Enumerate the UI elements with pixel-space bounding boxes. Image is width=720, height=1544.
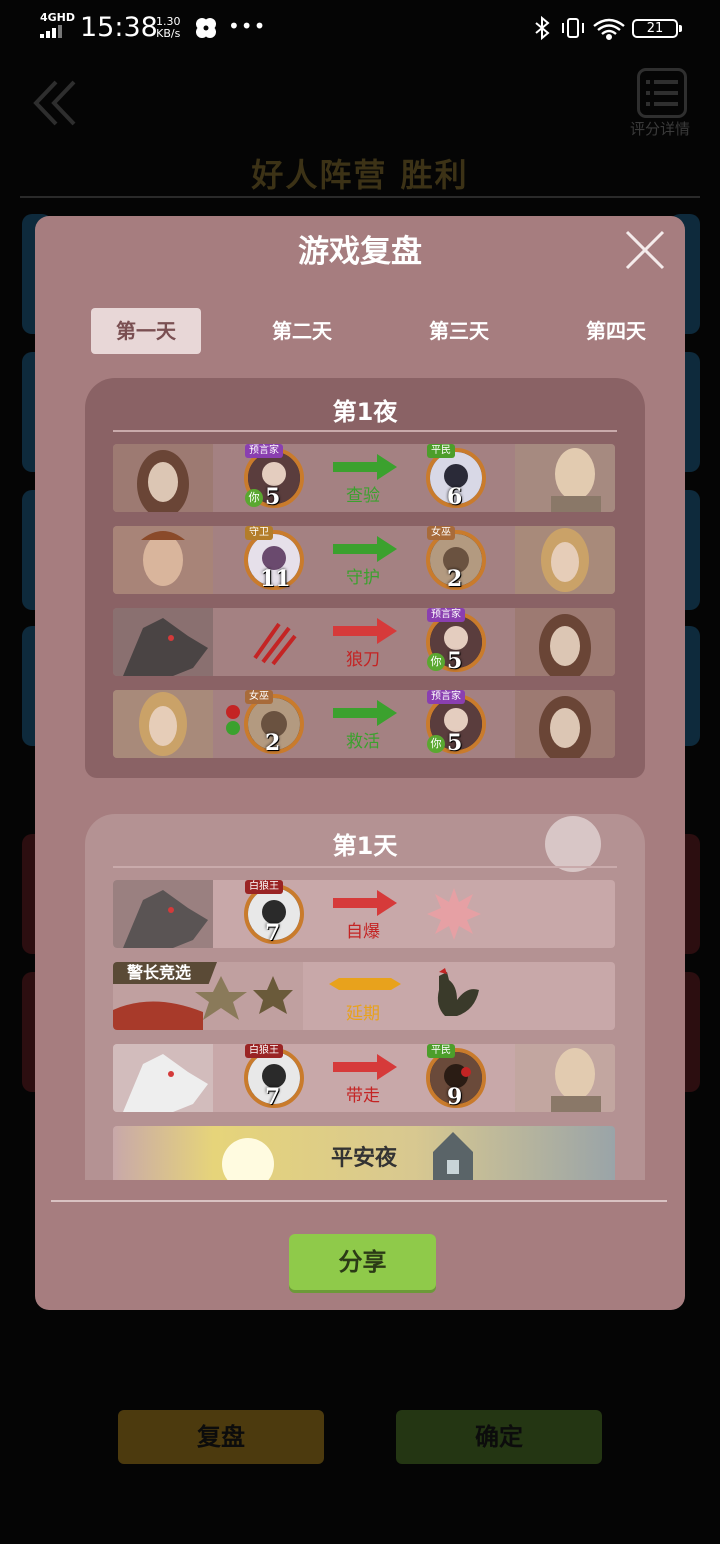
event-row: 预言家 你 5 查验 平民 6 bbox=[113, 444, 615, 512]
you-badge: 你 bbox=[427, 735, 445, 753]
target-seat-number: 9 bbox=[447, 1084, 463, 1110]
actor-role-badge: 守卫 bbox=[245, 526, 273, 540]
more-notifications-icon: ••• bbox=[228, 14, 267, 38]
divider bbox=[51, 1200, 667, 1202]
divider bbox=[113, 430, 617, 432]
actor-seat-number: 11 bbox=[260, 566, 291, 592]
green-arrow-icon bbox=[333, 700, 397, 726]
event-row: 白狼王 7 带走 平民 9 bbox=[113, 1044, 615, 1112]
divider bbox=[20, 196, 700, 198]
event-row: 狼刀 预言家 你 5 bbox=[113, 608, 615, 676]
share-button[interactable]: 分享 bbox=[289, 1234, 436, 1290]
target-role-badge: 预言家 bbox=[427, 608, 465, 622]
night-title: 第1夜 bbox=[332, 398, 398, 426]
replay-button[interactable]: 复盘 bbox=[118, 1410, 324, 1464]
network-type: 4GHD bbox=[40, 11, 76, 24]
actor-seat-number: 7 bbox=[265, 920, 281, 946]
rooster-icon bbox=[437, 968, 479, 1016]
replay-timeline[interactable]: 第1夜 预言家 你 5 查验 平民 6 守卫 11 守护 女巫 2 狼刀 预言家… bbox=[85, 374, 645, 1180]
villager-portrait bbox=[515, 1044, 615, 1112]
you-badge: 你 bbox=[245, 489, 263, 507]
day-title: 第1天 bbox=[332, 832, 398, 860]
tab-day-2[interactable]: 第二天 bbox=[247, 308, 357, 354]
actor-role-badge: 白狼王 bbox=[245, 1044, 283, 1058]
action-label: 救活 bbox=[346, 732, 380, 752]
seer-portrait bbox=[113, 444, 213, 512]
action-label: 查验 bbox=[346, 486, 380, 506]
actor-role-badge: 白狼王 bbox=[245, 880, 283, 894]
potion-icon bbox=[226, 705, 240, 735]
actor-role-badge: 预言家 bbox=[245, 444, 283, 458]
red-arrow-icon bbox=[333, 618, 397, 644]
night-section: 第1夜 预言家 你 5 查验 平民 6 守卫 11 守护 女巫 2 狼刀 预言家… bbox=[85, 378, 645, 778]
net-speed: 1.30 KB/s bbox=[156, 16, 181, 40]
target-role-badge: 女巫 bbox=[427, 526, 455, 540]
net-speed-unit: KB/s bbox=[156, 27, 181, 40]
peaceful-night-label: 平安夜 bbox=[330, 1146, 397, 1171]
you-badge: 你 bbox=[427, 653, 445, 671]
target-seat-number: 2 bbox=[447, 566, 463, 592]
target-seat-number: 5 bbox=[447, 730, 463, 756]
red-arrow-icon bbox=[333, 1054, 397, 1080]
seer-portrait bbox=[515, 690, 615, 758]
red-arrow-icon bbox=[333, 890, 397, 916]
event-row: 警长竞选 延期 bbox=[113, 962, 615, 1030]
witch-portrait bbox=[515, 526, 615, 594]
gold-bar-icon bbox=[329, 978, 401, 990]
target-role-badge: 平民 bbox=[427, 1044, 455, 1058]
actor-seat-number: 2 bbox=[265, 730, 281, 756]
event-row: 女巫 2 救活 预言家 你 5 bbox=[113, 690, 615, 758]
event-row: 白狼王 7 自爆 bbox=[113, 880, 615, 948]
werewolf-portrait bbox=[113, 608, 213, 676]
action-label: 延期 bbox=[346, 1004, 380, 1024]
werewolf-portrait bbox=[113, 880, 213, 948]
claw-marks-icon bbox=[253, 622, 297, 666]
action-label: 狼刀 bbox=[346, 650, 380, 670]
rating-details-icon[interactable] bbox=[637, 68, 687, 118]
confirm-button[interactable]: 确定 bbox=[396, 1410, 602, 1464]
target-seat-number: 5 bbox=[447, 648, 463, 674]
game-result-title: 好人阵营 胜利 bbox=[251, 156, 469, 194]
clock: 15:38 bbox=[80, 12, 158, 43]
action-label: 自爆 bbox=[346, 922, 380, 942]
rating-details-label[interactable]: 评分详情 bbox=[620, 118, 700, 139]
green-arrow-icon bbox=[333, 536, 397, 562]
back-icon[interactable] bbox=[32, 78, 78, 128]
status-bar: 4GHD 15:38 1.30 KB/s ••• 21 bbox=[0, 0, 720, 56]
seer-portrait bbox=[515, 608, 615, 676]
vibrate-icon bbox=[562, 18, 584, 38]
day-tabs: 第一天 第二天 第三天 第四天 bbox=[91, 216, 685, 376]
target-role-badge: 预言家 bbox=[427, 690, 465, 704]
wifi-icon bbox=[593, 18, 625, 41]
tab-day-1[interactable]: 第一天 bbox=[91, 308, 201, 354]
explosion-icon bbox=[427, 888, 481, 940]
action-label: 守护 bbox=[346, 568, 380, 588]
sheriff-election-banner: 警长竞选 bbox=[113, 962, 217, 984]
divider bbox=[113, 866, 617, 868]
target-role-badge: 平民 bbox=[427, 444, 455, 458]
actor-seat-number: 5 bbox=[265, 484, 281, 510]
witch-portrait bbox=[113, 690, 213, 758]
actor-role-badge: 女巫 bbox=[245, 690, 273, 704]
white-wolf-king-portrait bbox=[113, 1044, 213, 1112]
battery-icon: 21 bbox=[632, 19, 682, 38]
game-replay-dialog: 游戏复盘 第一天 第二天 第三天 第四天 第1夜 预言家 你 5 查验 平民 6… bbox=[35, 216, 685, 1310]
signal-icon bbox=[40, 25, 62, 38]
villager-portrait bbox=[515, 444, 615, 512]
green-arrow-icon bbox=[333, 454, 397, 480]
actor-seat-number: 7 bbox=[265, 1084, 281, 1110]
guard-portrait bbox=[113, 526, 213, 594]
event-row: 守卫 11 守护 女巫 2 bbox=[113, 526, 615, 594]
day-section: 第1天 白狼王 7 自爆 警长竞选 延期 白狼王 7 带走 平民 9 平安夜 bbox=[85, 814, 645, 1180]
peaceful-night-banner: 平安夜 bbox=[113, 1126, 615, 1180]
action-label: 带走 bbox=[346, 1086, 380, 1106]
bluetooth-icon bbox=[535, 15, 550, 41]
tab-day-3[interactable]: 第三天 bbox=[404, 308, 514, 354]
fan-icon bbox=[196, 18, 216, 38]
target-seat-number: 6 bbox=[447, 484, 463, 510]
list-icon bbox=[646, 80, 678, 106]
tab-day-4[interactable]: 第四天 bbox=[561, 308, 671, 354]
